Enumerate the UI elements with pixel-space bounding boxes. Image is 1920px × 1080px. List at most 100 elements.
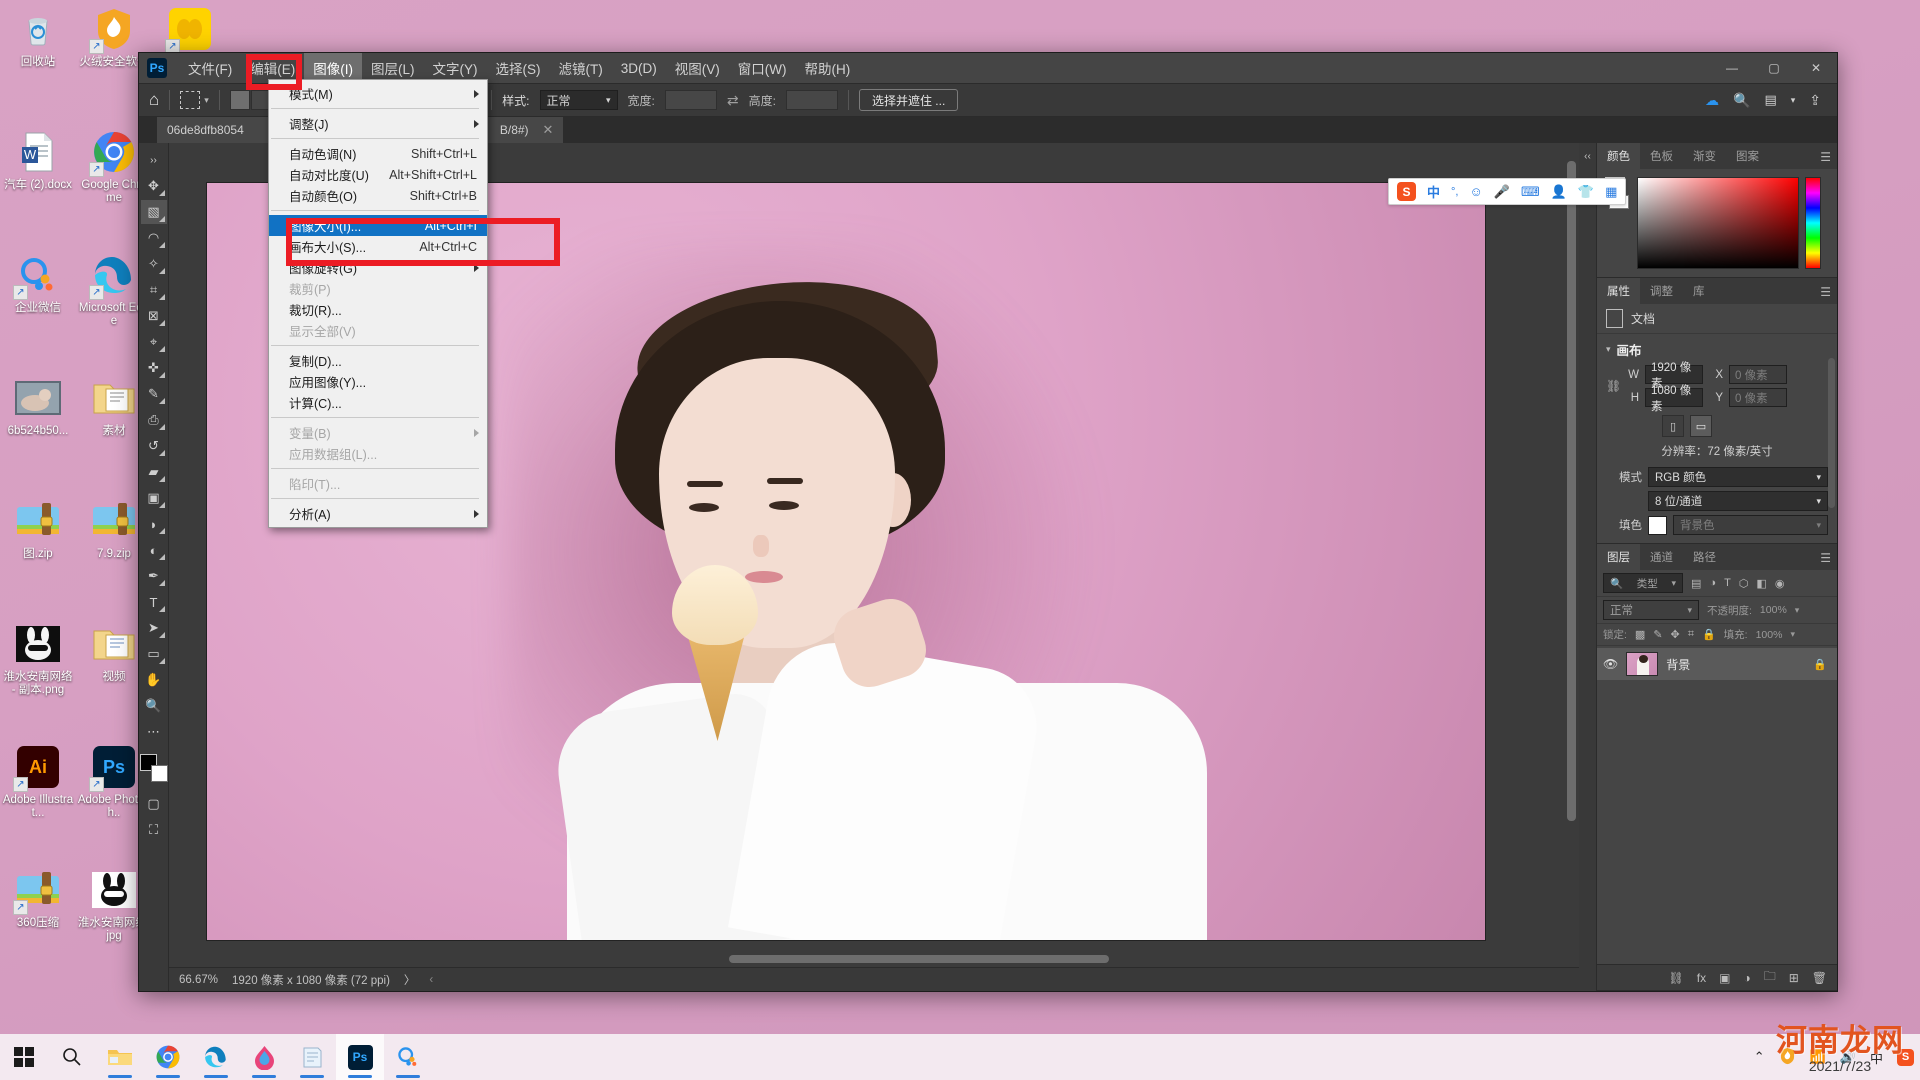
- close-button[interactable]: ✕: [1795, 53, 1837, 83]
- file-explorer-icon[interactable]: [96, 1034, 144, 1080]
- menu-3d[interactable]: 3D(D): [612, 56, 666, 81]
- blur-tool-icon[interactable]: ◗: [141, 512, 167, 536]
- search-icon[interactable]: 🔍: [1733, 92, 1750, 109]
- menu-help[interactable]: 帮助(H): [795, 53, 859, 83]
- pen-tool-icon[interactable]: ✒: [141, 564, 167, 588]
- qq-icon[interactable]: [384, 1034, 432, 1080]
- move-tool-icon[interactable]: ✥: [141, 174, 167, 198]
- layer-name[interactable]: 背景: [1666, 656, 1805, 673]
- brush-tool-icon[interactable]: ✎: [141, 382, 167, 406]
- chevron-down-icon[interactable]: ▾: [1790, 629, 1795, 640]
- more-tools-icon[interactable]: ⋯: [141, 720, 167, 744]
- ime-chinese-icon[interactable]: 中: [1870, 1048, 1883, 1067]
- table-row[interactable]: 👁 背景 🔒: [1597, 648, 1837, 680]
- smart-object-filter-icon[interactable]: ◧: [1756, 577, 1766, 590]
- user-icon[interactable]: 👤: [1551, 184, 1567, 200]
- gradient-tool-icon[interactable]: ▣: [141, 486, 167, 510]
- bit-depth-select[interactable]: 8 位/通道 ▾: [1648, 491, 1828, 511]
- layer-mask-icon[interactable]: ▣: [1719, 971, 1730, 985]
- lock-artboard-icon[interactable]: ⌗: [1688, 628, 1694, 641]
- tab-layers[interactable]: 图层: [1597, 544, 1640, 570]
- workspace-icon[interactable]: ▤: [1764, 92, 1776, 108]
- width-input[interactable]: [664, 90, 717, 110]
- chevron-down-icon[interactable]: ▾: [1606, 344, 1611, 355]
- chevron-down-icon[interactable]: ▾: [1791, 95, 1796, 106]
- crop-tool-icon[interactable]: ⌗: [141, 278, 167, 302]
- spot-healing-brush-tool-icon[interactable]: ✜: [141, 356, 167, 380]
- chrome-icon[interactable]: [144, 1034, 192, 1080]
- menu-view[interactable]: 视图(V): [666, 53, 729, 83]
- properties-scrollbar[interactable]: [1828, 358, 1835, 508]
- clone-stamp-tool-icon[interactable]: ⎙: [141, 408, 167, 432]
- desktop-icon-tu-zip[interactable]: 图.zip: [0, 492, 76, 615]
- adjustment-filter-icon[interactable]: ◑: [1709, 577, 1716, 589]
- fill-color-swatch[interactable]: [1648, 515, 1667, 535]
- menu-select[interactable]: 选择(S): [487, 53, 550, 83]
- type-filter-icon[interactable]: T: [1724, 577, 1731, 589]
- menu-window[interactable]: 窗口(W): [729, 53, 796, 83]
- toggle-filter-icon[interactable]: ◉: [1775, 577, 1785, 590]
- menu-item-trim[interactable]: 裁切(R)...: [269, 299, 487, 320]
- tool-preset-picker[interactable]: ▾: [180, 91, 209, 109]
- panel-menu-icon[interactable]: ☰: [1820, 551, 1831, 565]
- panel-menu-icon[interactable]: ☰: [1820, 150, 1831, 164]
- minimize-button[interactable]: —: [1711, 53, 1753, 83]
- wifi-icon[interactable]: 📶: [1810, 1049, 1826, 1065]
- tab-libraries[interactable]: 库: [1683, 278, 1715, 304]
- emoji-icon[interactable]: ☺: [1469, 184, 1482, 199]
- desktop-icon-png-copy[interactable]: 淮水安南网络 - 副本.png: [0, 615, 76, 738]
- sogou-ime-toolbar[interactable]: S 中 °, ☺ 🎤 ⌨ 👤 👕 ▦: [1388, 178, 1627, 205]
- fill-source-select[interactable]: 背景色 ▾: [1673, 515, 1828, 535]
- rectangular-marquee-tool-icon[interactable]: ▧: [140, 200, 167, 224]
- maximize-button[interactable]: ▢: [1753, 53, 1795, 83]
- frame-tool-icon[interactable]: ⊠: [141, 304, 167, 328]
- menu-item-calculations[interactable]: 计算(C)...: [269, 392, 487, 413]
- sogou-icon[interactable]: S: [1897, 1048, 1914, 1066]
- style-select[interactable]: 正常 ▾: [539, 90, 618, 110]
- image-menu-dropdown[interactable]: 模式(M) 调整(J) 自动色调(N) Shift+Ctrl+L 自动对比度(U…: [268, 79, 488, 528]
- type-tool-icon[interactable]: T: [141, 590, 167, 614]
- canvas-x-input[interactable]: 0 像素: [1729, 365, 1787, 384]
- pixel-filter-icon[interactable]: ▤: [1691, 577, 1701, 590]
- home-icon[interactable]: ⌂: [149, 90, 159, 110]
- tab-patterns[interactable]: 图案: [1726, 143, 1769, 169]
- menu-item-auto-contrast[interactable]: 自动对比度(U) Alt+Shift+Ctrl+L: [269, 164, 487, 185]
- color-field[interactable]: [1637, 177, 1799, 269]
- lock-icon[interactable]: 🔒: [1813, 658, 1827, 671]
- desktop-icon-word-doc[interactable]: W 汽车 (2).docx: [0, 123, 76, 246]
- chevron-down-icon[interactable]: ▾: [1795, 605, 1800, 616]
- quick-mask-icon[interactable]: ▢: [141, 792, 167, 816]
- menu-item-auto-tone[interactable]: 自动色调(N) Shift+Ctrl+L: [269, 143, 487, 164]
- tab-gradients[interactable]: 渐变: [1683, 143, 1726, 169]
- color-mode-select[interactable]: RGB 颜色 ▾: [1648, 467, 1828, 487]
- eyedropper-tool-icon[interactable]: ⌖: [141, 330, 167, 354]
- lasso-tool-icon[interactable]: ◠: [141, 226, 167, 250]
- canvas-y-input[interactable]: 0 像素: [1729, 388, 1787, 407]
- cloud-documents-icon[interactable]: ☁: [1705, 92, 1719, 109]
- tab-swatches[interactable]: 色板: [1640, 143, 1683, 169]
- volume-icon[interactable]: 🔊: [1840, 1049, 1856, 1065]
- new-group-icon[interactable]: 🗀: [1764, 967, 1776, 988]
- desktop-icon-recycle-bin[interactable]: 回收站: [0, 0, 76, 123]
- lock-position-icon[interactable]: ✥: [1671, 628, 1680, 641]
- desktop-icon-illustrator[interactable]: Ai ↗ Adobe Illustrat...: [0, 738, 76, 861]
- sogou-logo-icon[interactable]: S: [1397, 182, 1416, 201]
- height-input[interactable]: [785, 90, 838, 110]
- canvas-vertical-scrollbar[interactable]: [1564, 143, 1579, 935]
- zoom-level[interactable]: 66.67%: [179, 974, 218, 986]
- landscape-orientation-icon[interactable]: ▭: [1690, 415, 1712, 437]
- menu-item-analysis[interactable]: 分析(A): [269, 503, 487, 524]
- microphone-icon[interactable]: 🎤: [1494, 184, 1510, 200]
- windows-start-icon[interactable]: [0, 1034, 48, 1080]
- menu-item-auto-color[interactable]: 自动颜色(O) Shift+Ctrl+B: [269, 185, 487, 206]
- new-layer-icon[interactable]: ⊞: [1789, 971, 1799, 985]
- edge-icon[interactable]: [192, 1034, 240, 1080]
- menu-filter[interactable]: 滤镜(T): [550, 53, 612, 83]
- canvas-section-header[interactable]: ▾ 画布: [1606, 340, 1828, 359]
- desktop-icon-image-thumb[interactable]: 6b524b50...: [0, 369, 76, 492]
- close-icon[interactable]: ✕: [543, 122, 554, 138]
- tab-paths[interactable]: 路径: [1683, 544, 1726, 570]
- eye-icon[interactable]: 👁: [1603, 657, 1618, 671]
- lock-transparent-icon[interactable]: ▩: [1635, 628, 1645, 641]
- swap-arrows-icon[interactable]: ⇄: [727, 92, 739, 109]
